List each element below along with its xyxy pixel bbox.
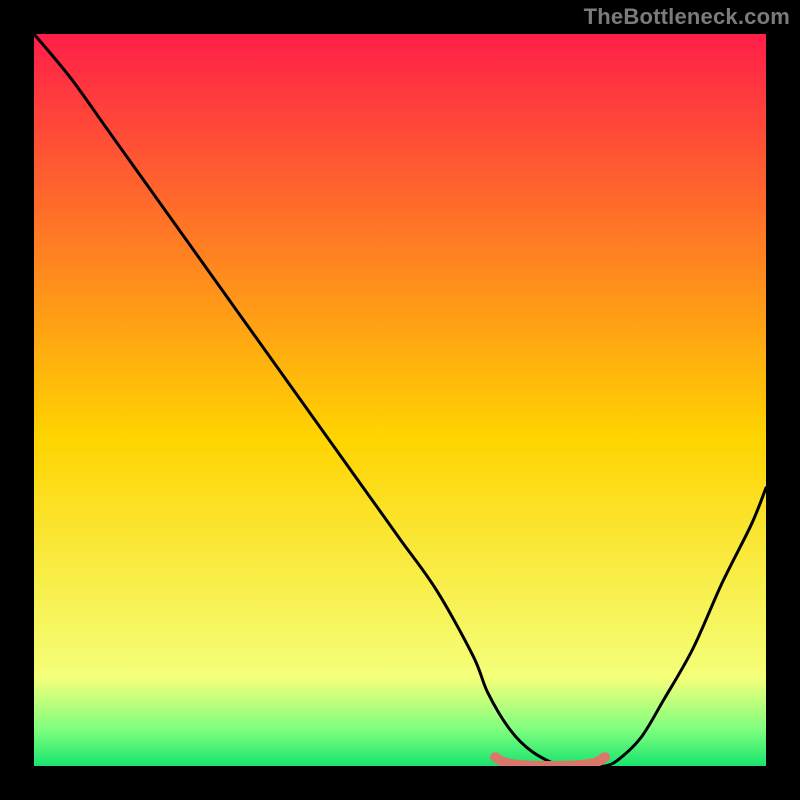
plot-svg [34, 34, 766, 766]
watermark-text: TheBottleneck.com [584, 4, 790, 30]
plot-area [34, 34, 766, 766]
gradient-background [34, 34, 766, 766]
chart-frame: TheBottleneck.com [0, 0, 800, 800]
